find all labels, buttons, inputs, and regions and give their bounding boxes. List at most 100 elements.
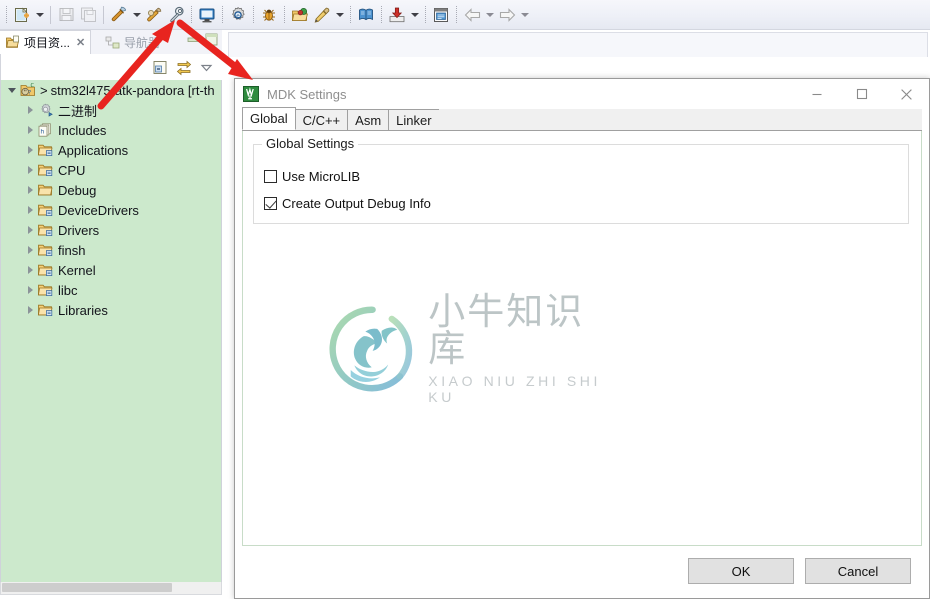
source-folder-icon [37,224,53,237]
back-dropdown[interactable] [483,4,496,26]
toolbar-separator-8 [377,4,386,26]
use-microlib-checkbox[interactable] [264,170,277,183]
project-c-icon: C ? [20,83,35,97]
twisty-collapsed-icon[interactable] [23,182,37,198]
tree-row-includes[interactable]: h Includes [1,120,221,140]
new-wizard-button[interactable] [11,4,33,26]
twisty-expanded-icon[interactable] [5,82,19,98]
tab-linker-label: Linker [396,112,432,128]
save-button[interactable] [55,4,77,26]
create-output-debug-info-row[interactable]: Create Output Debug Info [264,196,431,211]
screen: e 项目资... ✕ 导航器 C ? > stm32l475-atk-pando… [0,0,930,599]
source-folder-icon [37,244,53,257]
tree-horizontal-scrollbar[interactable] [0,582,222,595]
view-tab-controls [186,32,219,47]
tab-c-cpp[interactable]: C/C++ [294,109,349,130]
svg-text:C: C [31,83,35,89]
tree-row-binaries[interactable]: 二进制 [1,100,221,120]
toolbar-separator-9 [421,4,430,26]
link-editor-icon[interactable] [175,59,193,76]
tab-asm-label: Asm [355,112,382,128]
twisty-collapsed-icon[interactable] [23,282,37,298]
scrollbar-thumb[interactable] [2,583,172,592]
settings-button[interactable] [165,4,187,26]
view-menu-chevron-down-icon[interactable] [199,60,214,75]
tab-global-label: Global [250,111,288,126]
tab-global[interactable]: Global [242,107,296,130]
collapse-all-icon[interactable] [152,59,169,76]
build-button[interactable] [108,4,130,26]
twisty-collapsed-icon[interactable] [23,262,37,278]
dialog-title-bar[interactable]: MDK Settings [235,79,929,109]
terminal-button[interactable] [196,4,218,26]
twisty-collapsed-icon[interactable] [23,142,37,158]
toolbar-separator-5 [249,4,258,26]
twisty-collapsed-icon[interactable] [23,102,37,118]
tree-row-debug[interactable]: Debug [1,180,221,200]
twisty-collapsed-icon[interactable] [23,242,37,258]
debug-button[interactable] [258,4,280,26]
minimize-button[interactable] [794,80,839,109]
create-output-debug-info-checkbox[interactable] [264,197,277,210]
minimize-view-icon[interactable] [186,32,201,47]
tab-close-icon[interactable]: ✕ [76,36,85,49]
toolbar-separator-6 [280,4,289,26]
rt-thread-logo-icon [243,86,259,102]
tree-root-label: stm32l475-atk-pandora [rt-th [50,82,215,98]
tab-navigator-label: 导航器 [124,35,161,50]
editor-tabstrip [228,32,928,57]
tab-project-explorer[interactable]: 项目资... ✕ [0,30,92,54]
svg-text:e: e [236,13,240,19]
flash-button[interactable] [311,4,333,26]
tree-row-applications[interactable]: Applications [1,140,221,160]
forward-button[interactable] [496,4,518,26]
new-wizard-dropdown[interactable] [33,4,46,26]
twisty-collapsed-icon[interactable] [23,202,37,218]
tree-row-cpu[interactable]: CPU [1,160,221,180]
tree-row-libraries[interactable]: Libraries [1,300,221,320]
tab-linker[interactable]: Linker [388,109,440,130]
download-dropdown[interactable] [408,4,421,26]
twisty-collapsed-icon[interactable] [23,122,37,138]
toolbar-divider [46,4,55,26]
tab-project-explorer-label: 项目资... [24,36,71,50]
tree-row-kernel[interactable]: Kernel [1,260,221,280]
back-button[interactable] [461,4,483,26]
tree-row-libc[interactable]: libc [1,280,221,300]
view-tab-strip: 项目资... ✕ 导航器 [0,30,222,54]
docs-button[interactable] [355,4,377,26]
open-package-button[interactable] [289,4,311,26]
clean-button[interactable] [143,4,165,26]
use-microlib-row[interactable]: Use MicroLIB [264,169,360,184]
tree-label-libraries: Libraries [58,302,108,318]
tab-asm[interactable]: Asm [347,109,390,130]
tree-label-includes: Includes [58,122,107,138]
tree-row-drivers[interactable]: Drivers [1,220,221,240]
download-button[interactable] [386,4,408,26]
ok-button[interactable]: OK [688,558,794,584]
maximize-view-icon[interactable] [204,32,219,47]
watermark-text: 小牛知识库 XIAO NIU ZHI SHI KU [428,293,617,405]
flash-dropdown[interactable] [333,4,346,26]
tree-row-root[interactable]: C ? > stm32l475-atk-pandora [rt-th [1,80,221,100]
tree-label-devicedrivers: DeviceDrivers [58,202,139,218]
maximize-button[interactable] [839,80,884,109]
tab-navigator[interactable]: 导航器 [100,30,165,54]
project-explorer-icon [6,35,20,48]
twisty-collapsed-icon[interactable] [23,302,37,318]
build-dropdown[interactable] [130,4,143,26]
forward-dropdown[interactable] [518,4,531,26]
config-button[interactable]: e [227,4,249,26]
tree-label-applications: Applications [58,142,129,158]
close-button[interactable] [884,80,929,109]
tree-row-devicedrivers[interactable]: DeviceDrivers [1,200,221,220]
cancel-button[interactable]: Cancel [805,558,911,584]
close-icon [901,88,912,100]
report-button[interactable] [430,4,452,26]
tab-strip-filler [438,109,922,130]
twisty-collapsed-icon[interactable] [23,222,37,238]
project-tree[interactable]: C ? > stm32l475-atk-pandora [rt-th 二进制 h… [0,80,222,595]
save-all-button[interactable] [77,4,99,26]
tree-row-finsh[interactable]: finsh [1,240,221,260]
twisty-collapsed-icon[interactable] [23,162,37,178]
